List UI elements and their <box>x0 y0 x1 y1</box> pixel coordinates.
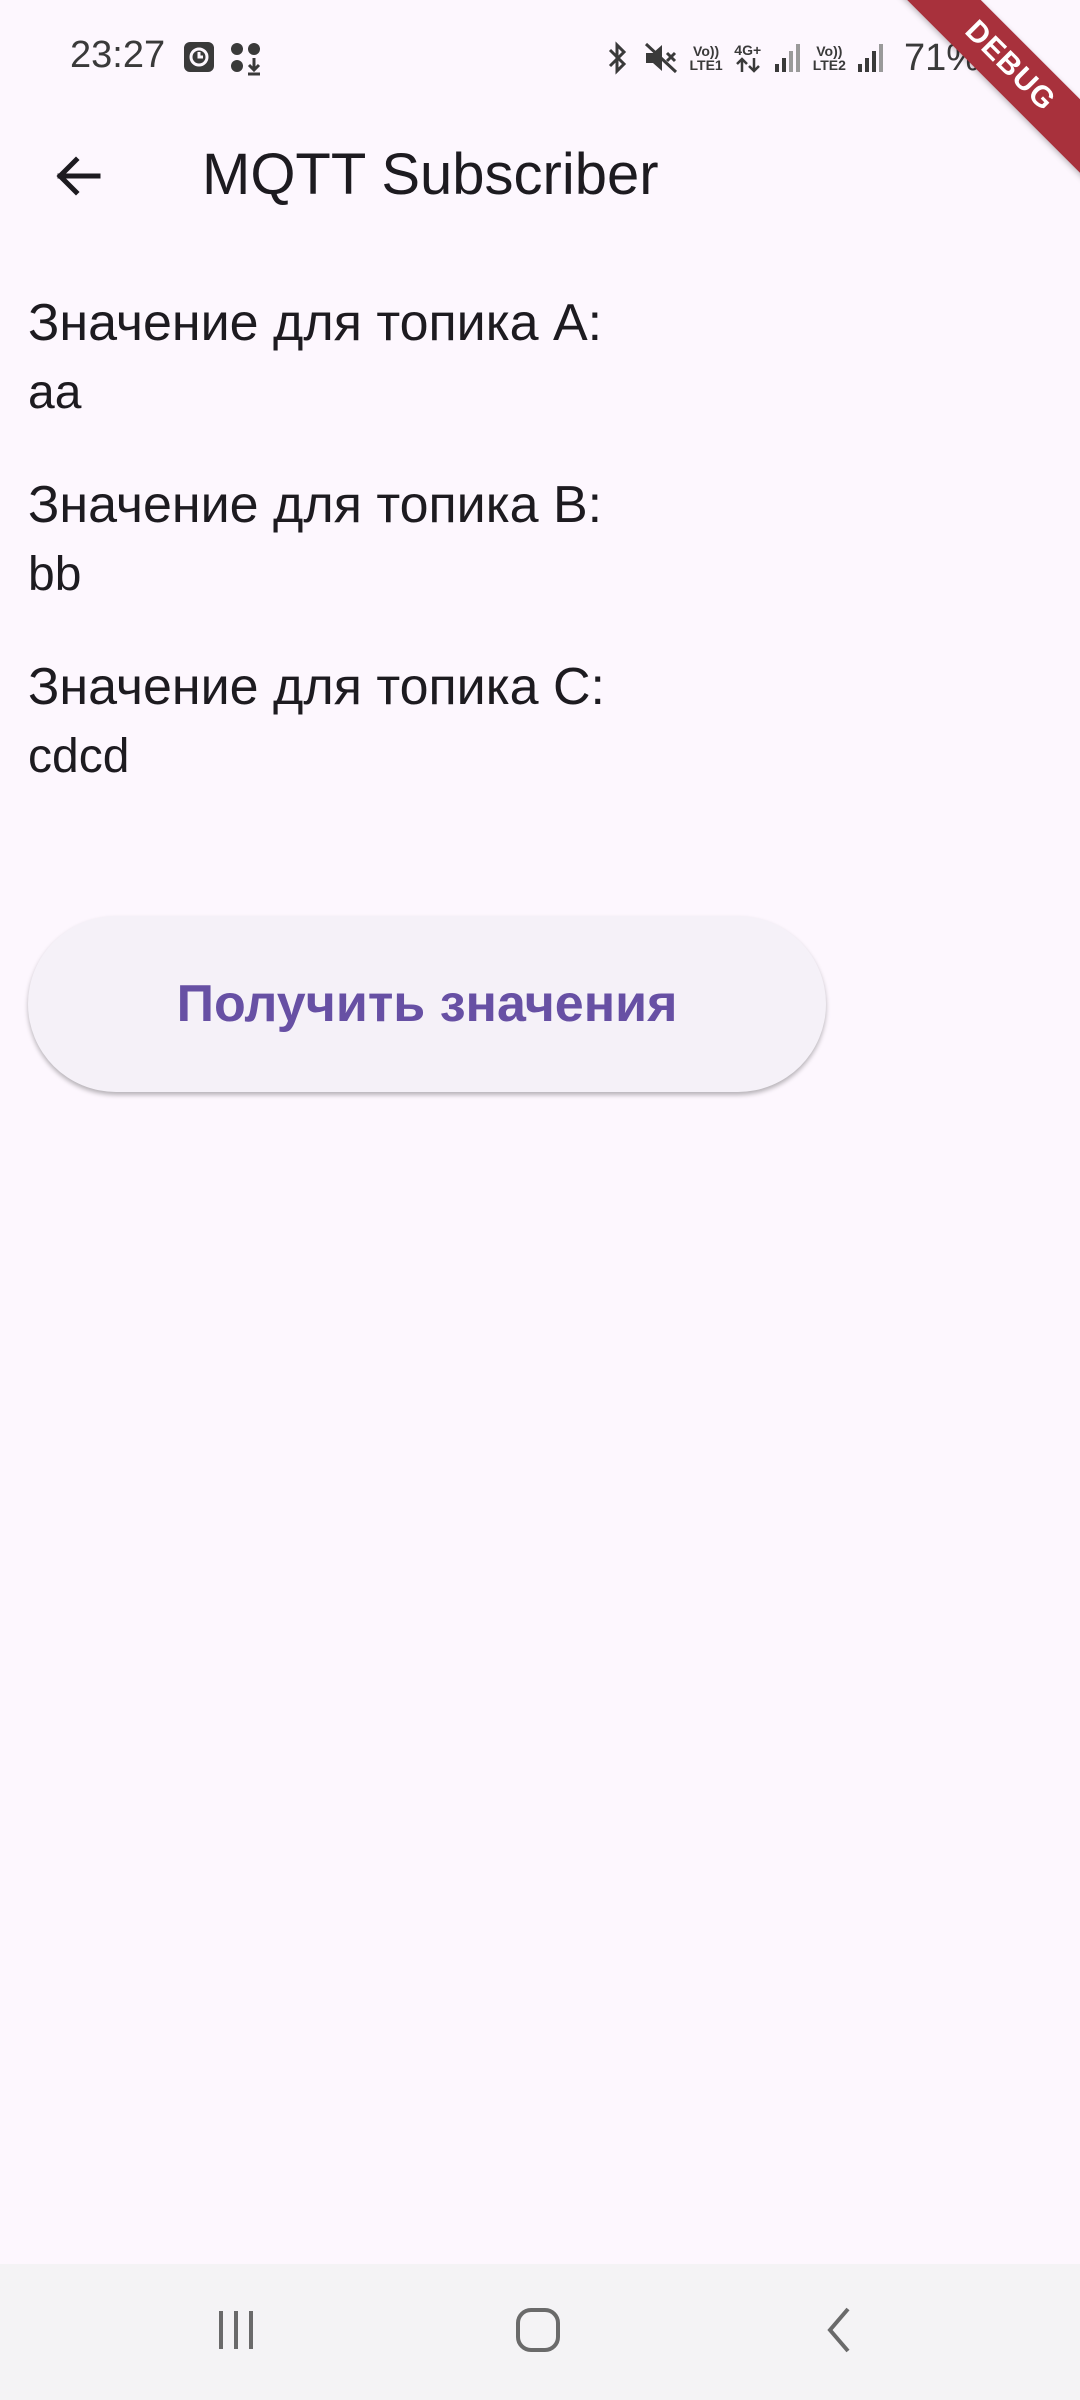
bluetooth-icon <box>604 40 632 76</box>
nav-back-button[interactable] <box>790 2292 890 2372</box>
topic-a-value: aa <box>28 366 82 419</box>
app-bar: MQTT Subscriber <box>0 116 1080 236</box>
topic-b-block: Значение для топика B: bb <box>28 472 1028 606</box>
home-icon <box>514 2306 562 2359</box>
4g-plus-icon: 4G+ <box>733 43 763 73</box>
fetch-values-button[interactable]: Получить значения <box>28 916 826 1092</box>
volte-lte2-icon: Vo)) LTE2 <box>812 43 846 73</box>
mute-icon <box>642 40 680 76</box>
recent-apps-button[interactable] <box>186 2292 286 2372</box>
signal-icon <box>773 42 803 74</box>
topics-list: Значение для топика A: aa Значение для т… <box>28 290 1028 836</box>
topic-a-label: Значение для топика A: <box>28 294 603 352</box>
topic-a-block: Значение для топика A: aa <box>28 290 1028 424</box>
apps-download-icon <box>228 40 262 76</box>
clock-notification-icon <box>182 40 216 74</box>
system-nav-bar <box>0 2264 1080 2400</box>
recent-apps-icon <box>213 2307 259 2358</box>
back-button[interactable] <box>38 138 118 218</box>
status-time: 23:27 <box>70 34 166 76</box>
topic-b-value: bb <box>28 548 82 601</box>
home-button[interactable] <box>488 2292 588 2372</box>
topic-b-label: Значение для топика B: <box>28 476 603 534</box>
topic-c-block: Значение для топика C: cdcd <box>28 654 1028 788</box>
topic-c-label: Значение для топика C: <box>28 658 605 716</box>
topic-c-value: cdcd <box>28 730 130 783</box>
arrow-back-icon <box>52 150 104 207</box>
signal-icon <box>856 42 886 74</box>
volte-lte1-icon: Vo)) LTE1 <box>689 43 723 73</box>
back-icon <box>820 2305 860 2360</box>
status-bar: 23:27 Vo)) LTE1 4G+ Vo)) LTE2 71% <box>0 0 1080 116</box>
page-title: MQTT Subscriber <box>202 142 659 207</box>
